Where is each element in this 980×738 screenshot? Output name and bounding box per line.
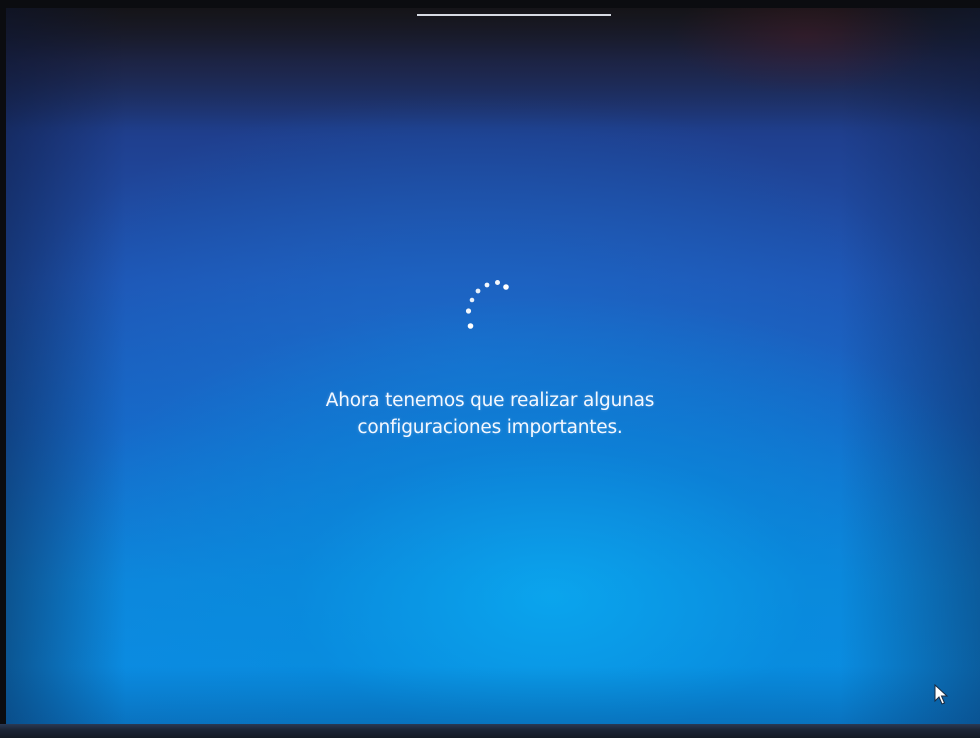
screen-vignette-left [6, 8, 126, 726]
setup-status-message: Ahora tenemos que realizar algunas confi… [190, 387, 790, 441]
loading-dots-spinner-icon [465, 280, 509, 329]
spinner-dot [469, 297, 475, 303]
top-progress-line [417, 14, 611, 16]
setup-status-line-2: configuraciones importantes. [357, 417, 623, 438]
setup-status-line-1: Ahora tenemos que realizar algunas [325, 390, 655, 411]
setup-screen [6, 8, 980, 726]
screen-vignette-right [840, 8, 980, 726]
spinner-dot [467, 323, 474, 329]
spinner-dot [503, 284, 509, 290]
monitor-bezel-bottom [0, 724, 980, 738]
spinner-dot [484, 282, 490, 288]
screen-vignette-bottom [6, 666, 980, 726]
spinner-dot [495, 280, 500, 285]
spinner-dot [475, 288, 481, 294]
spinner-dot [465, 308, 472, 314]
photo-frame: Ahora tenemos que realizar algunas confi… [0, 0, 980, 738]
mouse-pointer-icon [934, 684, 949, 705]
